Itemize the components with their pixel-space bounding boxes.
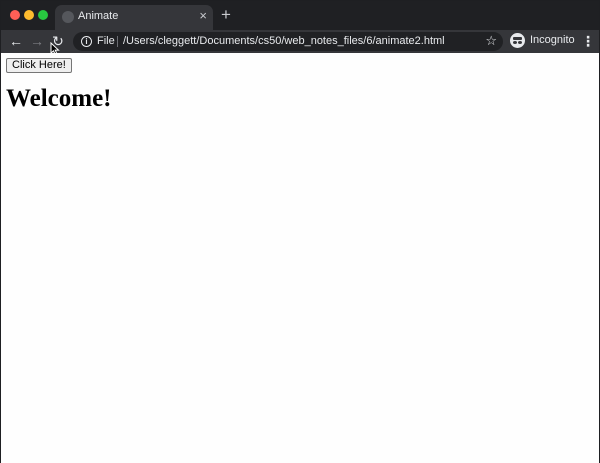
incognito-label: Incognito (530, 34, 575, 46)
url-text[interactable]: /Users/cleggett/Documents/cs50/web_notes… (123, 35, 445, 47)
browser-window: Animate × + ← → ↻ i File /Users/cleggett… (0, 0, 600, 463)
star-icon[interactable]: ☆ (485, 33, 497, 49)
page-heading: Welcome! (6, 85, 112, 112)
back-arrow-icon[interactable]: ← (8, 33, 24, 49)
forward-arrow-icon[interactable]: → (29, 33, 45, 49)
click-here-button[interactable]: Click Here! (6, 58, 72, 73)
tab-animate[interactable]: Animate × (55, 5, 213, 30)
plus-icon[interactable]: + (221, 6, 231, 23)
tab-strip: Animate × + (1, 1, 599, 30)
close-icon[interactable]: × (199, 8, 207, 24)
info-icon[interactable]: i (81, 36, 92, 47)
browser-toolbar: ← → ↻ i File /Users/cleggett/Documents/c… (1, 30, 599, 53)
close-window-button[interactable] (10, 10, 20, 20)
maximize-window-button[interactable] (38, 10, 48, 20)
url-scheme-label: File (97, 35, 115, 47)
minimize-window-button[interactable] (24, 10, 34, 20)
address-divider (117, 36, 118, 47)
incognito-icon (510, 33, 525, 48)
tab-title: Animate (78, 10, 119, 22)
page-viewport: Click Here! Welcome! (1, 53, 599, 463)
address-bar[interactable]: i File /Users/cleggett/Documents/cs50/we… (73, 32, 503, 51)
kebab-menu-icon[interactable]: ⋮ (581, 33, 595, 49)
favicon-icon (62, 11, 74, 23)
